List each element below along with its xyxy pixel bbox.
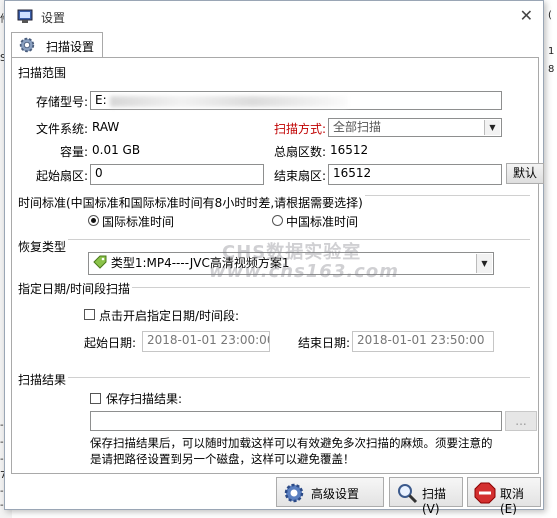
close-icon[interactable]: ✕ [520, 6, 533, 25]
advanced-settings-button[interactable]: 高级设置 [276, 477, 384, 507]
start-date-field[interactable]: 2018-01-01 23:00:00 [142, 331, 270, 352]
stop-icon [474, 482, 496, 504]
storage-model-value: E: [95, 93, 107, 107]
capacity-value: 0.01 GB [92, 143, 141, 157]
end-date-label: 结束日期: [298, 336, 351, 350]
save-result-label: 保存扫描结果: [106, 392, 183, 406]
radio-cn-label: 中国标准时间 [286, 215, 359, 229]
date-scan-title: 指定日期/时间段扫描 [18, 280, 133, 297]
scan-label: 扫描(V) [422, 487, 447, 516]
title-bar[interactable]: 设置 ✕ [5, 1, 543, 31]
chevron-down-icon[interactable]: ▼ [484, 120, 500, 135]
start-sector-label: 起始扇区: [35, 169, 88, 183]
settings-dialog: 设置 ✕ 扫描设置 扫描范围 存储型号: E: 文件系统: RAW 扫描方式: … [4, 0, 544, 516]
radio-utc[interactable] [88, 215, 99, 226]
radio-cn[interactable] [272, 215, 283, 226]
chevron-down-icon[interactable]: ▼ [476, 254, 492, 273]
time-standard-title: 时间标准(中国标准和国际标准时间有8小时时差,请根据需要选择) [18, 194, 365, 211]
redacted-region [110, 96, 348, 107]
gear-icon [19, 37, 35, 53]
start-sector-value: 0 [95, 166, 103, 180]
app-icon [17, 9, 33, 23]
tag-icon [93, 255, 107, 269]
background-text: 8 [548, 64, 555, 75]
recovery-type-title: 恢复类型 [18, 238, 69, 255]
start-date-label: 起始日期: [84, 336, 137, 350]
total-sectors-value: 16512 [330, 143, 369, 157]
storage-model-label: 存储型号: [35, 95, 88, 109]
end-sector-value: 16512 [333, 166, 372, 180]
scan-mode-select[interactable]: 全部扫描 ▼ [328, 118, 502, 137]
browse-button[interactable]: ... [505, 411, 537, 431]
scan-button[interactable]: 扫描(V) [389, 477, 463, 516]
cancel-label: 取消(E) [500, 487, 525, 516]
save-path-field[interactable] [90, 411, 502, 431]
filesystem-value: RAW [92, 120, 120, 134]
end-sector-label: 结束扇区: [273, 169, 326, 183]
capacity-label: 容量: [59, 145, 88, 159]
background-text: 1 [548, 46, 555, 57]
date-scan-checkbox[interactable] [84, 309, 95, 320]
gear-icon [284, 483, 304, 503]
scan-mode-label: 扫描方式: [273, 122, 326, 136]
save-result-note: 保存扫描结果后，可以随时加载这样可以有效避免多次扫描的麻烦。须要注意的是请把路径… [90, 436, 493, 466]
background-text: ( [548, 10, 552, 21]
magnifier-icon [398, 484, 418, 504]
cancel-button[interactable]: 取消(E) [467, 477, 541, 516]
end-date-value: 2018-01-01 23:50:00 [357, 333, 485, 347]
scan-result-title: 扫描结果 [18, 371, 69, 388]
default-button[interactable]: 默认 [506, 163, 544, 184]
end-sector-field[interactable]: 16512 [328, 164, 502, 185]
scan-mode-value: 全部扫描 [333, 120, 382, 134]
end-date-field[interactable]: 2018-01-01 23:50:00 [352, 331, 494, 352]
settings-panel: 扫描范围 存储型号: E: 文件系统: RAW 扫描方式: 全部扫描 ▼ 容量:… [11, 57, 544, 474]
divider [22, 377, 530, 378]
save-result-checkbox[interactable] [90, 393, 101, 404]
tab-scan-settings[interactable]: 扫描设置 [11, 32, 103, 57]
tab-label: 扫描设置 [46, 40, 95, 54]
advanced-settings-label: 高级设置 [311, 487, 360, 501]
filesystem-label: 文件系统: [35, 122, 88, 136]
radio-utc-label: 国际标准时间 [102, 215, 175, 229]
date-scan-checkbox-label: 点击开启指定日期/时间段: [99, 309, 240, 323]
start-sector-field[interactable]: 0 [90, 164, 264, 185]
window-title: 设置 [41, 11, 66, 25]
scan-range-title: 扫描范围 [18, 64, 69, 81]
start-date-value: 2018-01-01 23:00:00 [147, 333, 270, 347]
total-sectors-label: 总扇区数: [273, 145, 326, 159]
watermark-url: www.chs163.com [209, 261, 399, 282]
